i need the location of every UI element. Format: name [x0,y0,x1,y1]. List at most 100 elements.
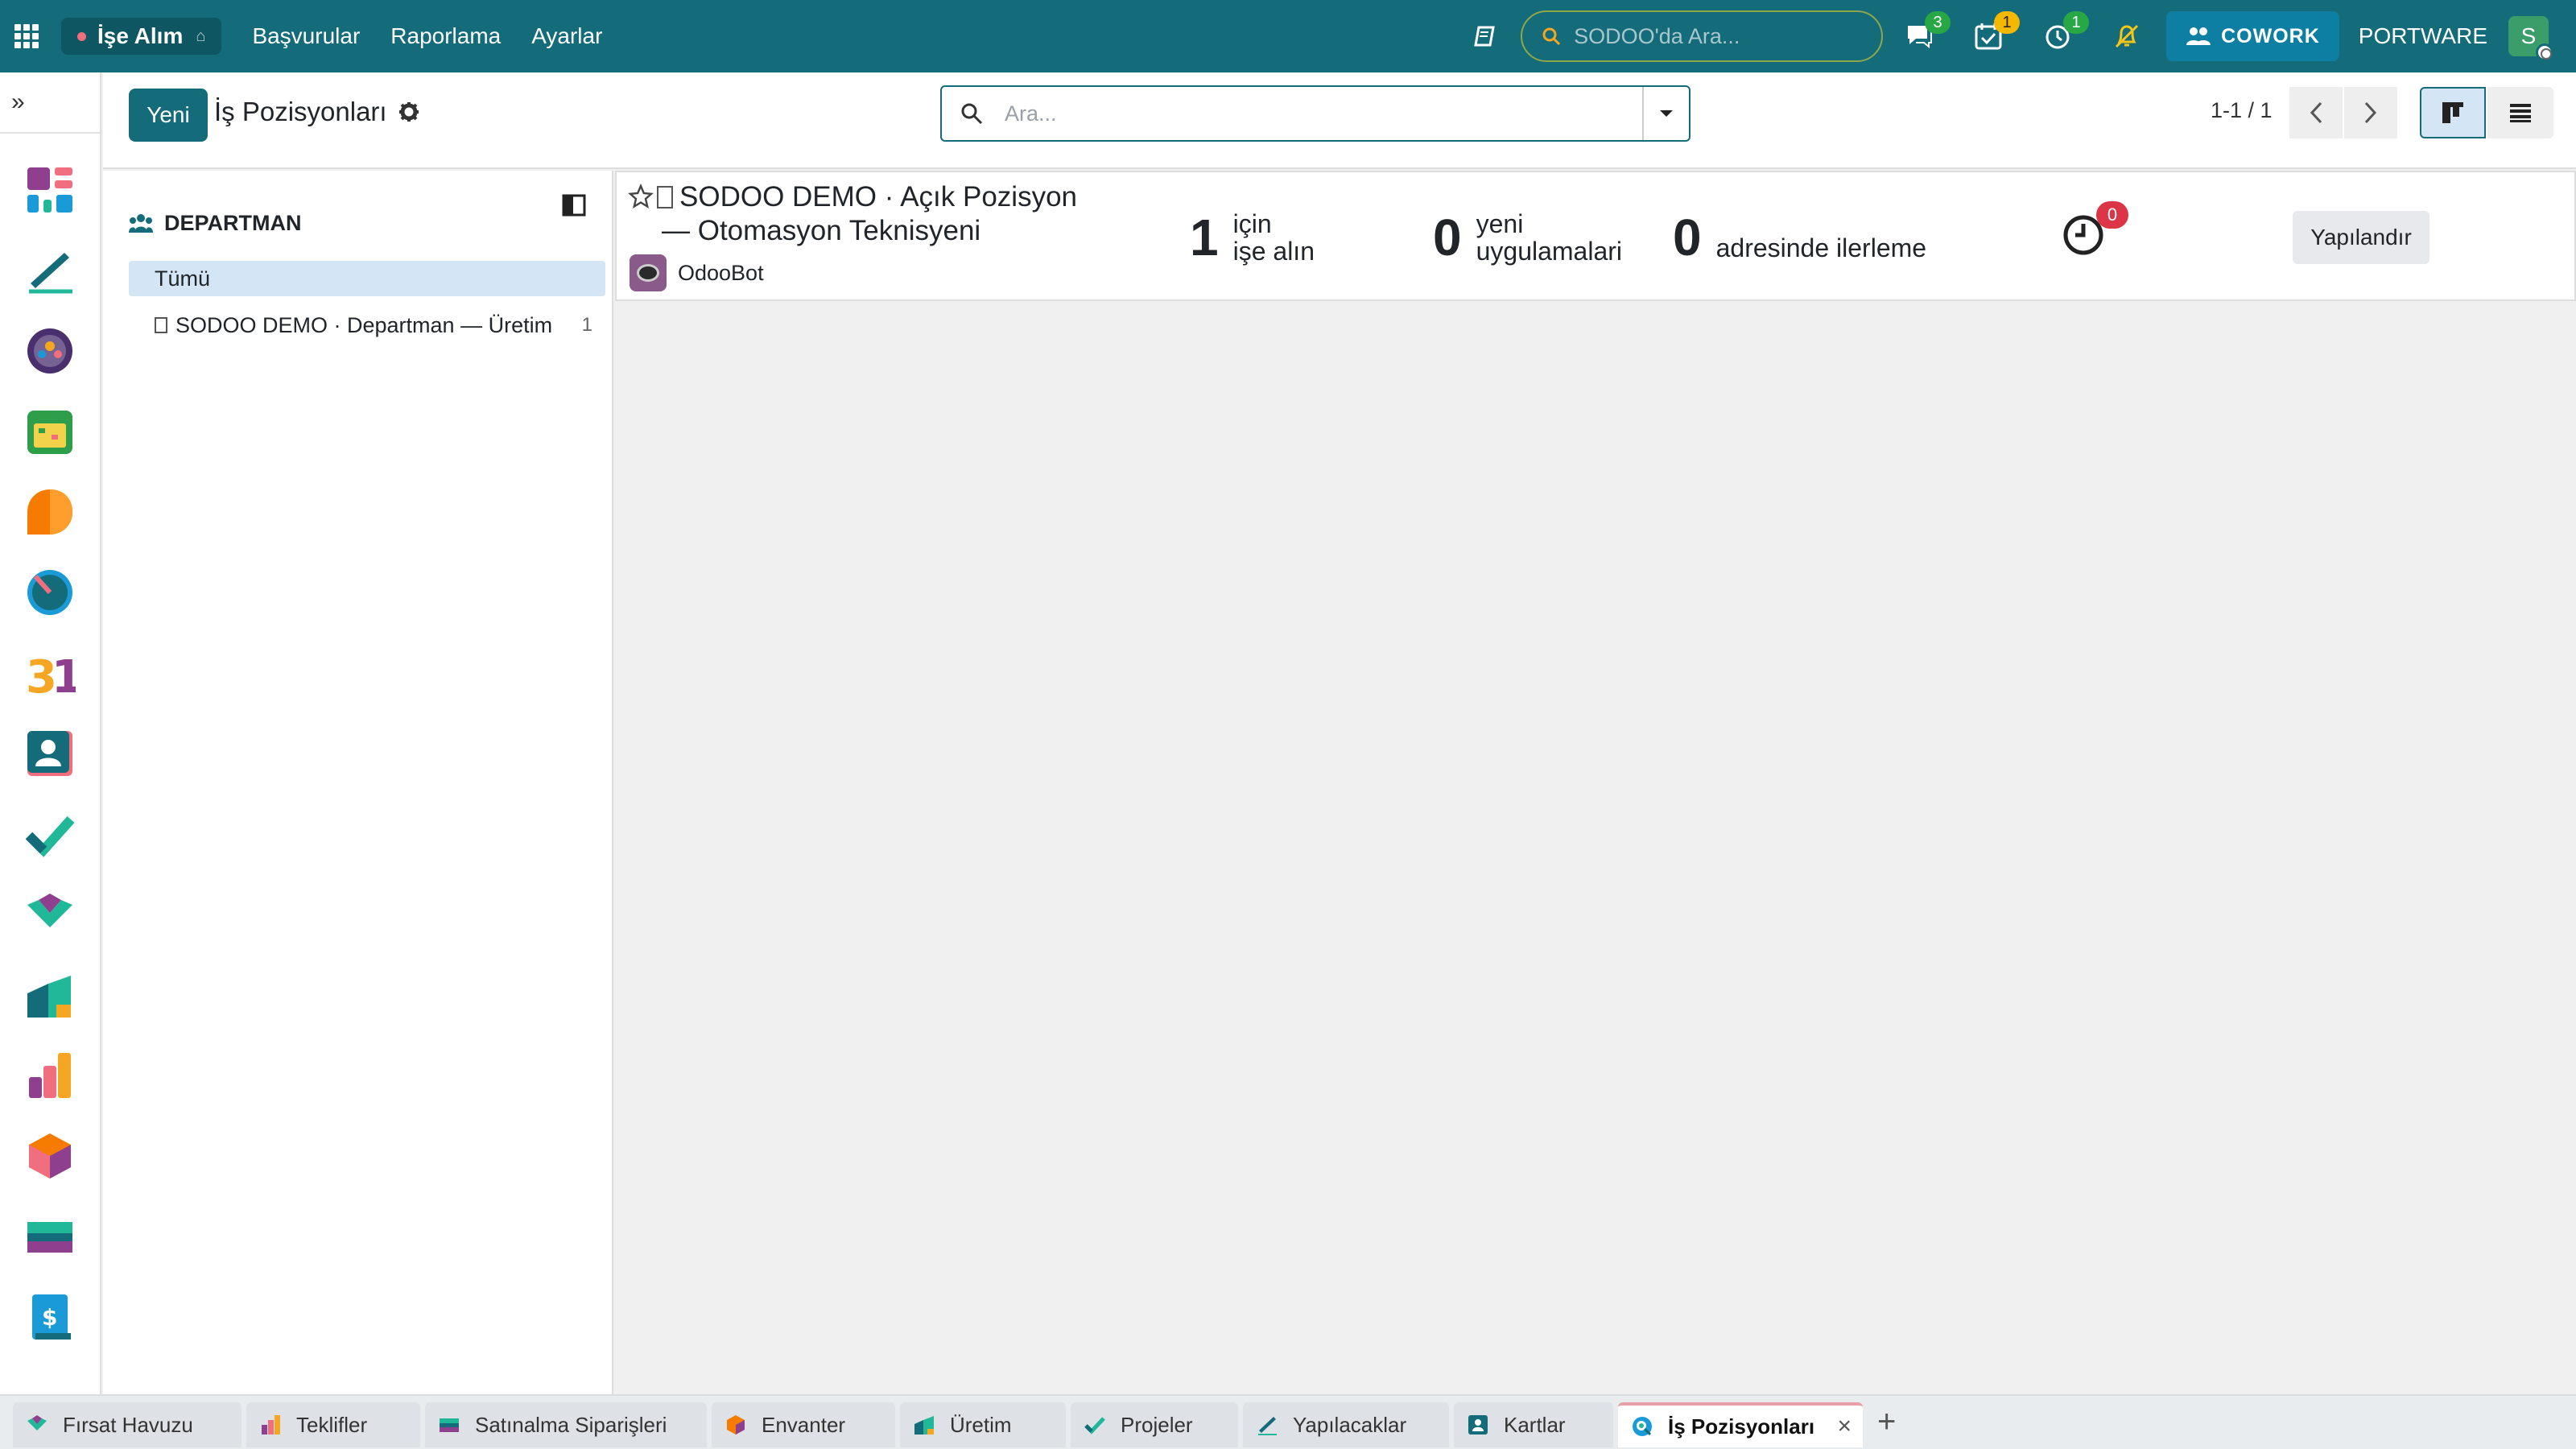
activities-button[interactable]: 1 [1971,11,2021,53]
sales-icon [262,1415,280,1435]
new-applications-stat[interactable]: 0 yeni uygulamalari [1433,208,1622,267]
tab-quotations[interactable]: Teklifler [246,1402,420,1447]
user-avatar[interactable]: S [2508,16,2553,61]
community-app-icon[interactable] [24,325,76,377]
configure-button[interactable]: Yapılandır [2293,211,2429,264]
tab-inventory[interactable]: Envanter [712,1402,895,1447]
search-input[interactable]: Ara... [940,85,1690,142]
app-name: İşe Alım [97,23,184,48]
tab-job-positions[interactable]: İş Pozisyonları × [1618,1402,1863,1447]
activities-badge: 1 [1994,11,2021,34]
company-switcher[interactable]: PORTWARE [2359,23,2487,49]
department-item-label: Tümü [155,266,211,291]
cowork-button[interactable]: COWORK [2166,11,2339,61]
inventory-app-icon[interactable] [24,1130,76,1182]
list-view-button[interactable] [2487,87,2553,138]
user-initial: S [2520,23,2537,48]
department-item-all[interactable]: Tümü [129,261,605,296]
menu-applications[interactable]: Başvurular [252,23,360,49]
bottom-tab-bar: Fırsat Havuzu Teklifler Satınalma Sipari… [0,1394,2576,1449]
close-tab-icon[interactable]: × [1837,1413,1852,1440]
tofu-glyph-icon [155,317,167,333]
project-icon [1084,1417,1105,1435]
pager-previous-button[interactable] [2289,87,2343,138]
tab-projects[interactable]: Projeler [1071,1402,1238,1447]
tab-todo[interactable]: Yapılacaklar [1243,1402,1449,1447]
current-app-button[interactable]: İşe Alım ⌂ [61,18,222,55]
pager-next-button[interactable] [2344,87,2397,138]
menu-settings[interactable]: Ayarlar [531,23,602,49]
department-item-label: SODOO DEMO · Departman — Üretim [175,312,553,337]
caret-down-icon [1660,110,1673,117]
job-title: SODOO DEMO · Açık Pozisyon — Otomasyon T… [628,180,1127,248]
chevron-left-icon [2310,101,2322,124]
new-button[interactable]: Yeni [129,89,208,142]
users-icon [2186,27,2211,45]
purchase-app-icon[interactable] [24,1211,76,1262]
todo-icon [1258,1417,1277,1435]
department-item-production[interactable]: SODOO DEMO · Departman — Üretim 1 [129,308,605,343]
tab-label: Teklifler [296,1412,368,1437]
tab-purchase-orders[interactable]: Satınalma Siparişleri [425,1402,707,1447]
star-icon[interactable] [628,184,654,209]
menu-reporting[interactable]: Raporlama [390,23,501,49]
manufacturing-app-icon[interactable] [24,969,76,1021]
notifications-button[interactable] [2110,19,2144,53]
calendar-app-icon[interactable] [24,406,76,457]
job-company: OdooBot [630,254,764,291]
users-icon [129,213,153,233]
kanban-view-button[interactable] [2420,87,2486,138]
department-title: DEPARTMAN [164,211,302,235]
apps-menu-button[interactable] [2,0,52,72]
timesheet-app-icon[interactable] [24,567,76,618]
tab-label: Projeler [1121,1412,1193,1437]
kanban-view: SODOO DEMO · Açık Pozisyon — Otomasyon T… [615,171,2576,1394]
invoicing-app-icon[interactable]: $ [24,1291,76,1343]
expand-sidebar-button[interactable]: » [0,72,100,134]
app-dot-icon [77,31,86,41]
book-icon[interactable] [1472,24,1496,48]
company-name: OdooBot [678,260,764,285]
sidebar-toggle-icon[interactable] [562,193,586,217]
bell-slash-icon [2116,24,2139,48]
tab-contacts[interactable]: Kartlar [1454,1402,1613,1447]
tab-label: Fırsat Havuzu [63,1412,193,1437]
inventory-icon [727,1415,745,1435]
cowork-label: COWORK [2221,24,2320,47]
pager-value[interactable]: 1-1 / 1 [2211,98,2273,123]
calendar-31-app-icon[interactable]: 3 1 [24,647,76,699]
to-recruit-stat[interactable]: 1 için işe alın [1190,208,1315,267]
tab-label: Kartlar [1504,1412,1566,1437]
tab-crm[interactable]: Fırsat Havuzu [13,1402,242,1447]
page-title: İş Pozisyonları [214,97,387,126]
contacts-icon [1468,1415,1488,1435]
dashboard-app-icon[interactable] [24,164,76,216]
sign-app-icon[interactable] [24,245,76,296]
project-app-icon[interactable] [24,808,76,860]
timer-badge: 1 [2063,11,2090,34]
global-search-input[interactable]: SODOO'da Ara... [1521,10,1884,62]
odoobot-avatar [630,254,667,291]
job-title-line1: SODOO DEMO · Açık Pozisyon [679,181,1077,213]
sales-app-icon[interactable] [24,1050,76,1101]
chevron-right-icon [2364,101,2377,124]
crm-icon [27,1415,47,1430]
job-position-card[interactable]: SODOO DEMO · Açık Pozisyon — Otomasyon T… [615,171,2576,301]
messages-button[interactable]: 3 [1902,11,1951,53]
discuss-app-icon[interactable] [24,486,76,538]
list-icon [2510,104,2531,122]
search-icon [1542,27,1561,46]
status-icon [2536,43,2553,61]
timer-button[interactable]: 1 [2041,11,2090,53]
search-options-toggle[interactable] [1642,87,1689,140]
add-tab-button[interactable]: + [1877,1404,1896,1440]
tab-label: Envanter [762,1412,846,1437]
crm-app-icon[interactable] [24,889,76,940]
employees-app-icon[interactable] [24,728,76,779]
app-sidebar: » 3 1 $ [0,72,101,1394]
search-icon [961,103,983,125]
in-progress-stat[interactable]: 0 adresinde ilerleme [1673,208,1926,267]
tab-manufacturing[interactable]: Üretim [900,1402,1066,1447]
search-panel: DEPARTMAN Tümü SODOO DEMO · Departman — … [103,171,613,1394]
gear-icon[interactable] [398,101,419,122]
